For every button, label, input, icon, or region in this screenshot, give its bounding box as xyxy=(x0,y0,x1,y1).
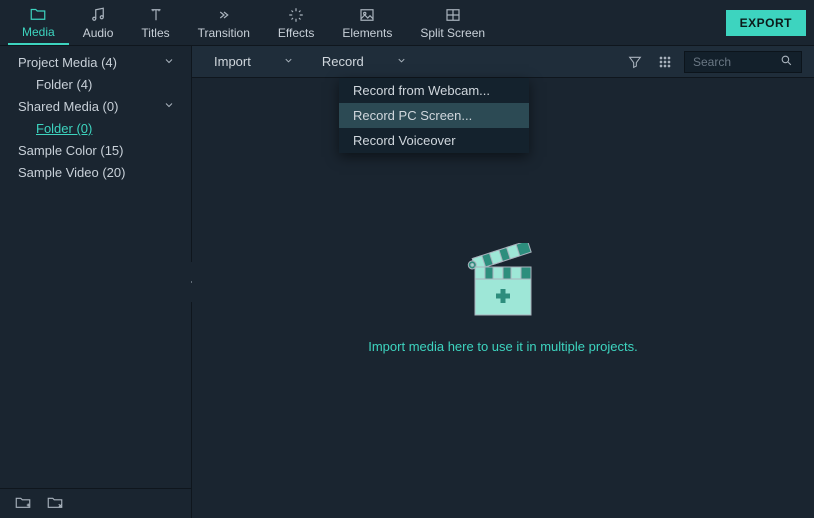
search-icon xyxy=(780,54,793,70)
content-area: Import Record xyxy=(192,46,814,518)
dropdown-item-webcam[interactable]: Record from Webcam... xyxy=(339,78,529,103)
tree-label: Folder (4) xyxy=(36,76,92,94)
search-box[interactable] xyxy=(684,51,802,73)
tab-label: Elements xyxy=(342,26,392,40)
sparkle-icon xyxy=(287,6,305,24)
tree-label: Shared Media (0) xyxy=(18,98,118,116)
tree-item-sample-color[interactable]: Sample Color (15) xyxy=(0,140,191,162)
chevron-down-icon xyxy=(163,98,175,116)
tab-media[interactable]: Media xyxy=(8,1,69,45)
sub-toolbar: Import Record xyxy=(192,46,814,78)
sidebar-footer xyxy=(0,488,191,518)
import-menu[interactable]: Import xyxy=(204,50,304,73)
chevron-down-icon xyxy=(163,54,175,72)
remove-folder-icon[interactable] xyxy=(46,493,64,514)
music-icon xyxy=(89,6,107,24)
folder-icon xyxy=(29,5,47,23)
tree-item-folder[interactable]: Folder (4) xyxy=(0,74,191,96)
tree-label: Sample Video (20) xyxy=(18,164,125,182)
empty-message: Import media here to use it in multiple … xyxy=(368,339,638,354)
transition-icon xyxy=(215,6,233,24)
image-icon xyxy=(358,6,376,24)
add-folder-icon[interactable] xyxy=(14,493,32,514)
dropdown-item-voiceover[interactable]: Record Voiceover xyxy=(339,128,529,153)
tree-item-sample-video[interactable]: Sample Video (20) xyxy=(0,162,191,184)
grid-icon[interactable] xyxy=(654,51,676,73)
tree-label: Sample Color (15) xyxy=(18,142,124,160)
export-button[interactable]: EXPORT xyxy=(726,10,806,36)
tree-item-folder-link[interactable]: Folder (0) xyxy=(0,118,191,140)
text-icon xyxy=(147,6,165,24)
tab-audio[interactable]: Audio xyxy=(69,2,128,44)
record-menu[interactable]: Record xyxy=(312,50,417,73)
tab-label: Titles xyxy=(141,26,169,40)
tab-label: Split Screen xyxy=(420,26,485,40)
dropdown-item-pc-screen[interactable]: Record PC Screen... xyxy=(339,103,529,128)
tab-titles[interactable]: Titles xyxy=(127,2,183,44)
tree-label: Folder (0) xyxy=(36,120,92,138)
filter-icon[interactable] xyxy=(624,51,646,73)
tab-elements[interactable]: Elements xyxy=(328,2,406,44)
tab-label: Transition xyxy=(198,26,250,40)
tab-effects[interactable]: Effects xyxy=(264,2,328,44)
tab-split-screen[interactable]: Split Screen xyxy=(406,2,499,44)
tab-label: Effects xyxy=(278,26,314,40)
search-input[interactable] xyxy=(693,55,780,69)
sidebar: Project Media (4) Folder (4) Shared Medi… xyxy=(0,46,192,518)
chevron-down-icon xyxy=(283,54,294,69)
tab-transition[interactable]: Transition xyxy=(184,2,264,44)
menu-label: Record xyxy=(322,54,364,69)
tree-item-shared-media[interactable]: Shared Media (0) xyxy=(0,96,191,118)
tab-label: Audio xyxy=(83,26,114,40)
top-toolbar: Media Audio Titles Transition Effects El… xyxy=(0,0,814,46)
tree-item-project-media[interactable]: Project Media (4) xyxy=(0,52,191,74)
clapperboard-icon xyxy=(467,243,539,319)
split-icon xyxy=(444,6,462,24)
chevron-down-icon xyxy=(396,54,407,69)
menu-label: Import xyxy=(214,54,251,69)
record-dropdown: Record from Webcam... Record PC Screen..… xyxy=(339,78,529,153)
tree-label: Project Media (4) xyxy=(18,54,117,72)
tab-label: Media xyxy=(22,25,55,39)
